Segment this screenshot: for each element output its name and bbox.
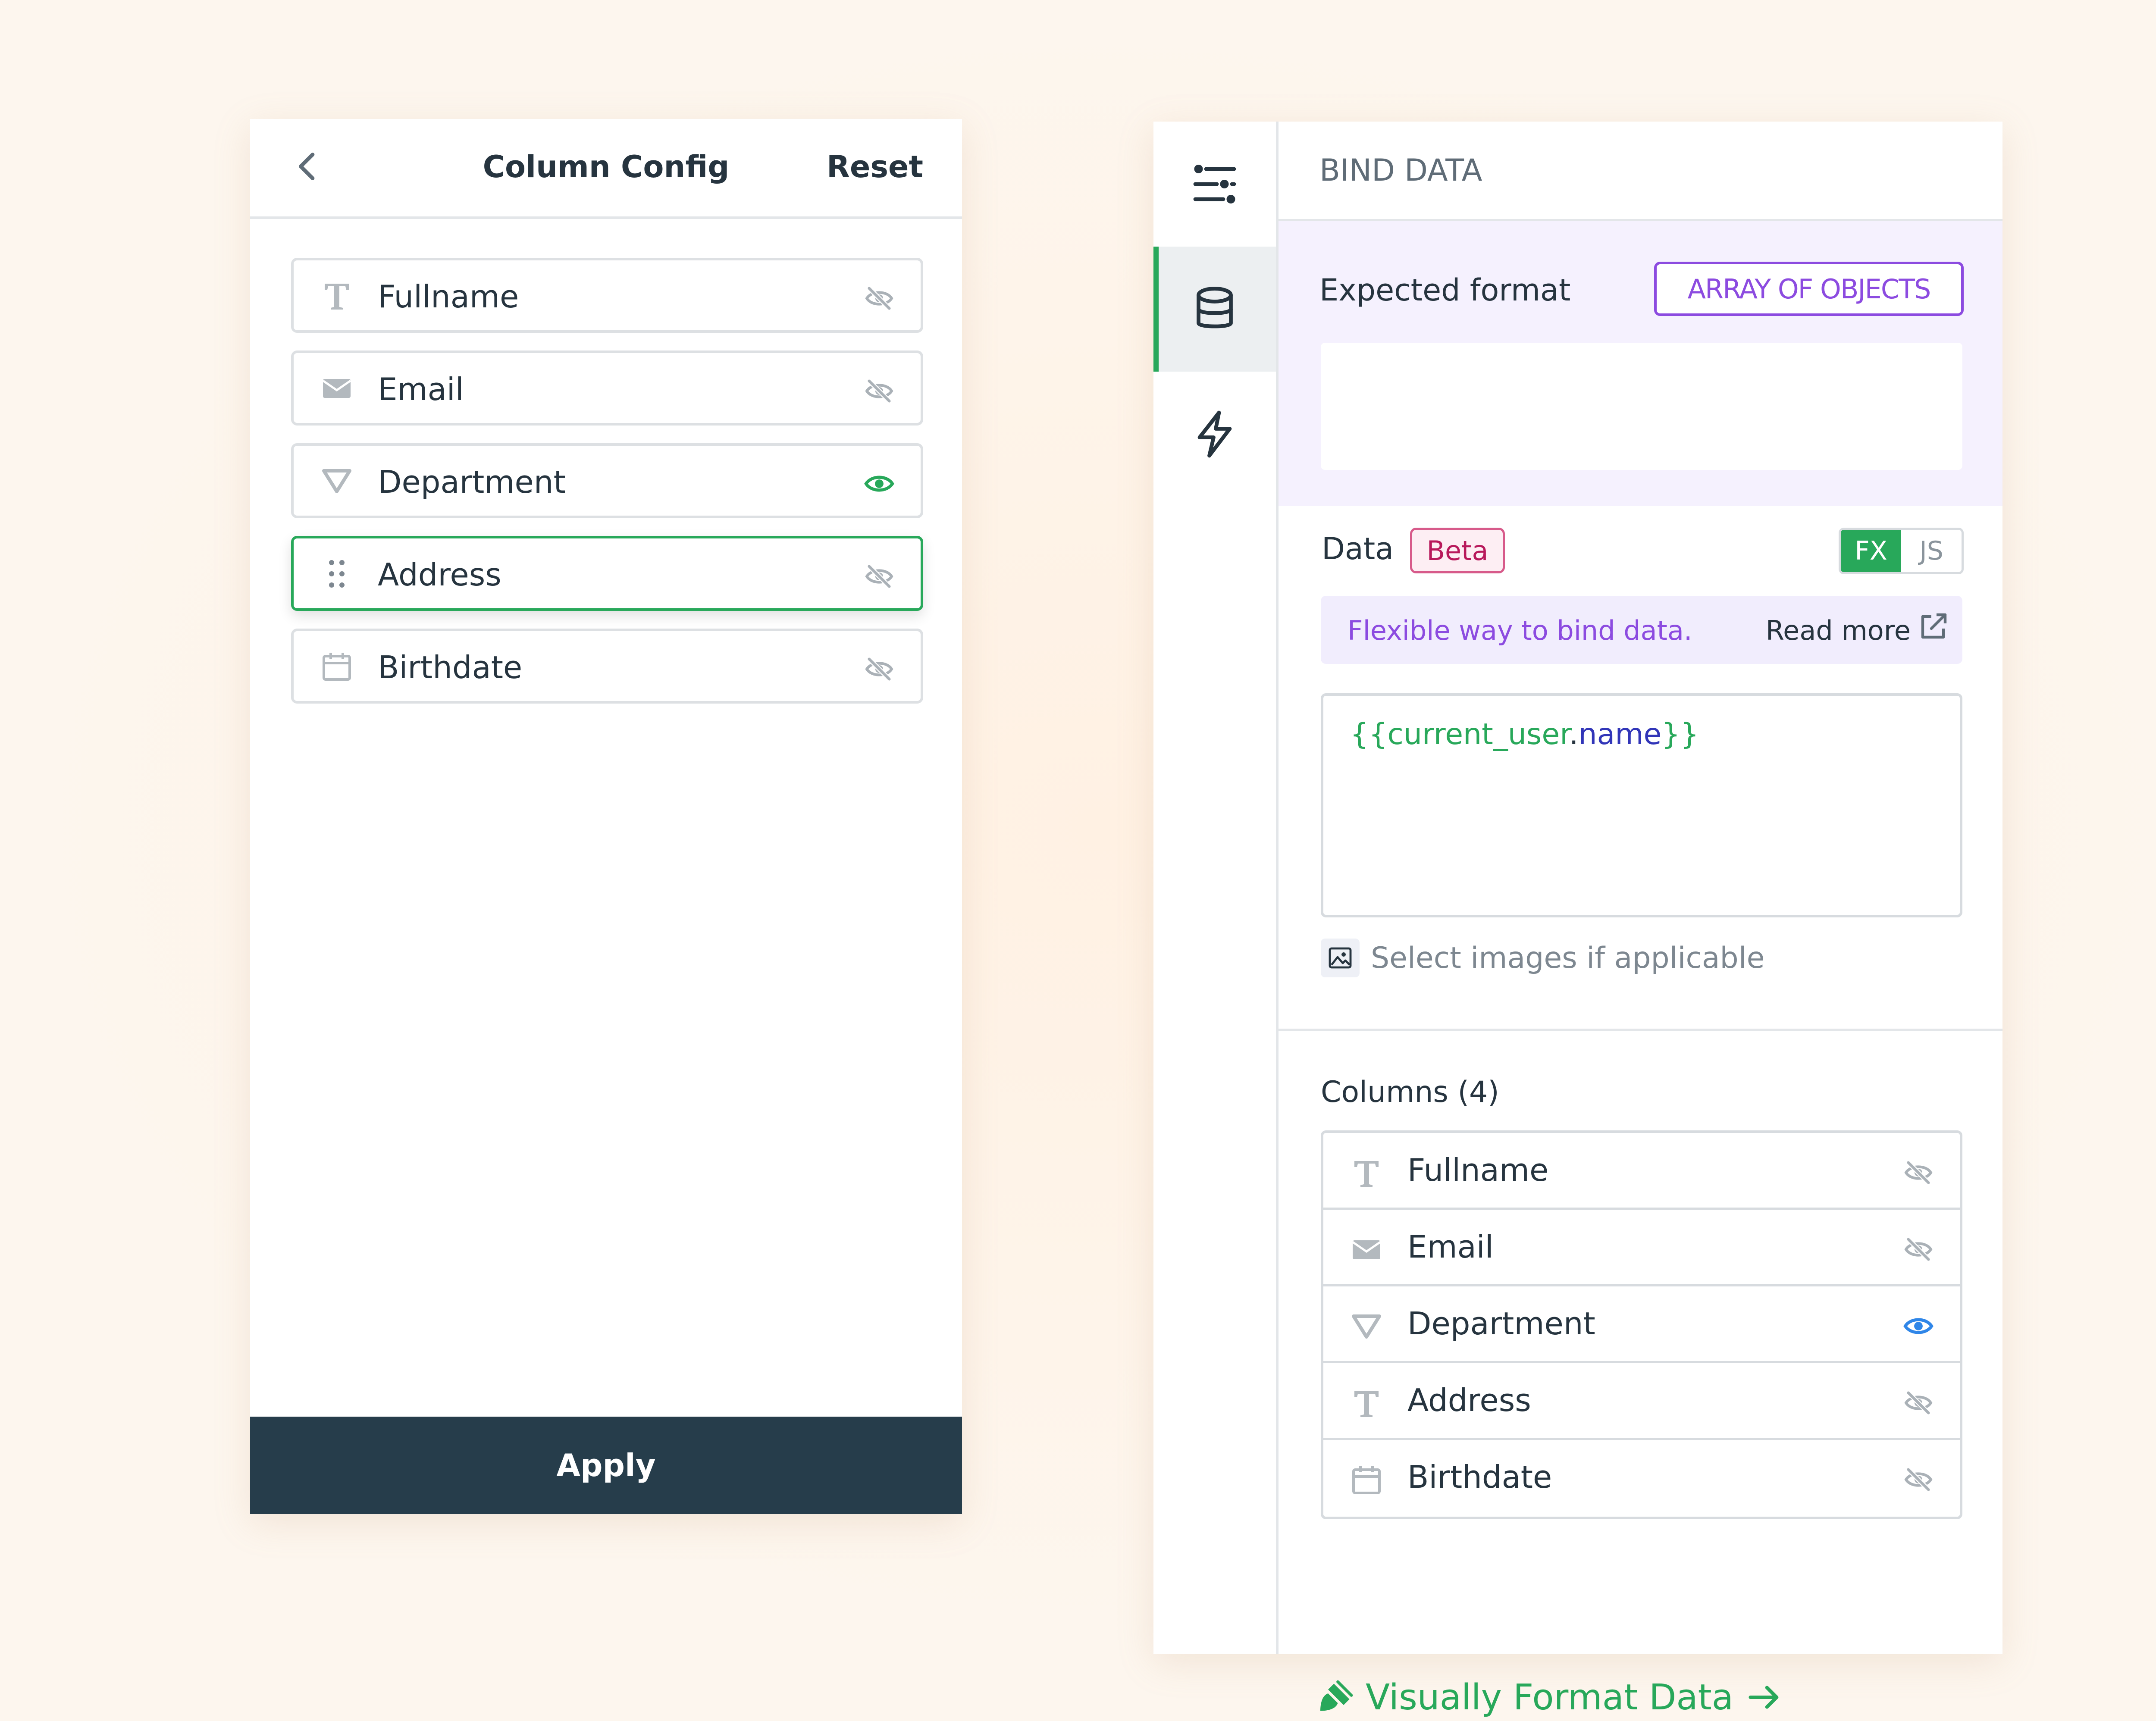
visibility-toggle[interactable] bbox=[864, 375, 895, 407]
format-sample-box bbox=[1321, 343, 1962, 470]
visibility-toggle[interactable] bbox=[1903, 1387, 1934, 1418]
eye-icon bbox=[864, 476, 894, 492]
visibility-toggle[interactable] bbox=[1903, 1234, 1934, 1265]
column-row-label: Department bbox=[1407, 1305, 1595, 1342]
eye-off-icon bbox=[1904, 1161, 1933, 1185]
mode-toggle: FX JS bbox=[1839, 528, 1964, 574]
text-icon bbox=[325, 284, 349, 310]
email-icon bbox=[322, 379, 351, 398]
mode-js-button[interactable]: JS bbox=[1901, 530, 1962, 572]
column-row-label: Fullname bbox=[1407, 1152, 1549, 1188]
column-row-label: Email bbox=[1407, 1229, 1494, 1265]
bind-data-panel: BIND DATA Expected format ARRAY OF OBJEC… bbox=[1153, 122, 2002, 1718]
column-item-label: Fullname bbox=[378, 278, 519, 315]
column-item-label: Address bbox=[378, 557, 501, 593]
column-config-header: Column Config Reset bbox=[250, 119, 962, 219]
column-item-label: Birthdate bbox=[378, 649, 523, 685]
email-icon bbox=[1352, 1240, 1381, 1259]
sliders-icon bbox=[1193, 165, 1236, 203]
sidebar-item-actions[interactable] bbox=[1153, 372, 1276, 497]
columns-table: Fullname Email Department Address Birthd… bbox=[1321, 1130, 1962, 1519]
code-expression: {{current_user.name}} bbox=[1350, 717, 1699, 751]
column-row-fullname[interactable]: Fullname bbox=[1323, 1133, 1960, 1210]
info-bar: Flexible way to bind data. Read more bbox=[1321, 596, 1962, 664]
column-item-email[interactable]: Email bbox=[291, 350, 923, 426]
paint-brush-icon bbox=[1320, 1680, 1353, 1711]
bind-data-content: BIND DATA Expected format ARRAY OF OBJEC… bbox=[1279, 122, 2002, 1718]
column-row-department[interactable]: Department bbox=[1323, 1286, 1960, 1363]
select-images-option[interactable]: Select images if applicable bbox=[1321, 936, 1764, 979]
lightning-icon bbox=[1197, 410, 1232, 458]
eye-off-icon bbox=[1904, 1391, 1933, 1415]
format-badge: ARRAY OF OBJECTS bbox=[1654, 262, 1964, 316]
expected-format-label: Expected format bbox=[1319, 272, 1571, 308]
info-text: Flexible way to bind data. bbox=[1348, 615, 1692, 646]
visibility-toggle[interactable] bbox=[864, 468, 895, 499]
column-item-fullname[interactable]: Fullname bbox=[291, 258, 923, 333]
eye-icon bbox=[1903, 1318, 1934, 1334]
column-config-panel: Column Config Reset Fullname Email Depar… bbox=[250, 119, 962, 1514]
column-row-birthdate[interactable]: Birthdate bbox=[1323, 1440, 1960, 1517]
column-list: Fullname Email Department Address Birthd… bbox=[291, 258, 923, 721]
drag-handle-icon bbox=[329, 560, 345, 588]
calendar-icon bbox=[323, 653, 351, 681]
visibility-toggle[interactable] bbox=[1903, 1464, 1934, 1495]
dropdown-triangle-icon bbox=[322, 469, 351, 493]
sidebar-item-data[interactable] bbox=[1153, 247, 1276, 372]
column-row-label: Birthdate bbox=[1407, 1459, 1552, 1495]
visibility-toggle[interactable] bbox=[864, 654, 895, 685]
eye-off-icon bbox=[865, 379, 893, 403]
image-icon bbox=[1329, 947, 1352, 969]
arrow-right-icon bbox=[1749, 1686, 1779, 1709]
column-row-address[interactable]: Address bbox=[1323, 1363, 1960, 1440]
settings-sidebar bbox=[1153, 122, 1279, 1654]
reset-button[interactable]: Reset bbox=[827, 149, 923, 185]
read-more-link[interactable]: Read more bbox=[1766, 615, 1911, 646]
column-item-department[interactable]: Department bbox=[291, 443, 923, 518]
beta-badge: Beta bbox=[1410, 528, 1505, 573]
eye-off-icon bbox=[1904, 1237, 1933, 1261]
column-item-birthdate[interactable]: Birthdate bbox=[291, 629, 923, 704]
apply-button[interactable]: Apply bbox=[250, 1417, 962, 1514]
sidebar-item-settings[interactable] bbox=[1153, 122, 1276, 247]
code-editor[interactable]: {{current_user.name}} bbox=[1321, 693, 1962, 917]
bind-data-header: BIND DATA bbox=[1279, 122, 2002, 221]
mode-fx-button[interactable]: FX bbox=[1841, 530, 1901, 572]
database-icon bbox=[1197, 287, 1233, 329]
eye-off-icon bbox=[865, 286, 893, 310]
external-link-icon bbox=[1921, 613, 1947, 639]
eye-off-icon bbox=[865, 564, 893, 588]
column-row-email[interactable]: Email bbox=[1323, 1210, 1960, 1286]
section-title: BIND DATA bbox=[1319, 153, 1482, 188]
visibility-toggle[interactable] bbox=[1903, 1311, 1934, 1342]
eye-off-icon bbox=[865, 657, 893, 681]
visibility-toggle[interactable] bbox=[864, 283, 895, 314]
column-row-label: Address bbox=[1407, 1382, 1531, 1418]
data-label: Data bbox=[1322, 531, 1394, 566]
calendar-icon bbox=[1352, 1466, 1381, 1494]
column-item-label: Email bbox=[378, 371, 464, 407]
text-icon bbox=[1354, 1161, 1379, 1187]
dropdown-triangle-icon bbox=[1352, 1314, 1381, 1339]
section-divider bbox=[1279, 1029, 2002, 1031]
visually-format-data-label: Visually Format Data bbox=[1366, 1677, 1733, 1718]
column-item-address[interactable]: Address bbox=[291, 536, 923, 611]
select-images-label: Select images if applicable bbox=[1371, 941, 1765, 975]
visibility-toggle[interactable] bbox=[864, 561, 895, 592]
expected-format-section: Expected format ARRAY OF OBJECTS bbox=[1279, 221, 2002, 506]
eye-off-icon bbox=[1904, 1468, 1933, 1492]
text-icon bbox=[1354, 1391, 1379, 1417]
visibility-toggle[interactable] bbox=[1903, 1157, 1934, 1188]
columns-count-label: Columns (4) bbox=[1321, 1075, 1499, 1109]
visually-format-data-link[interactable]: Visually Format Data bbox=[1316, 1674, 1783, 1721]
column-item-label: Department bbox=[378, 464, 566, 500]
